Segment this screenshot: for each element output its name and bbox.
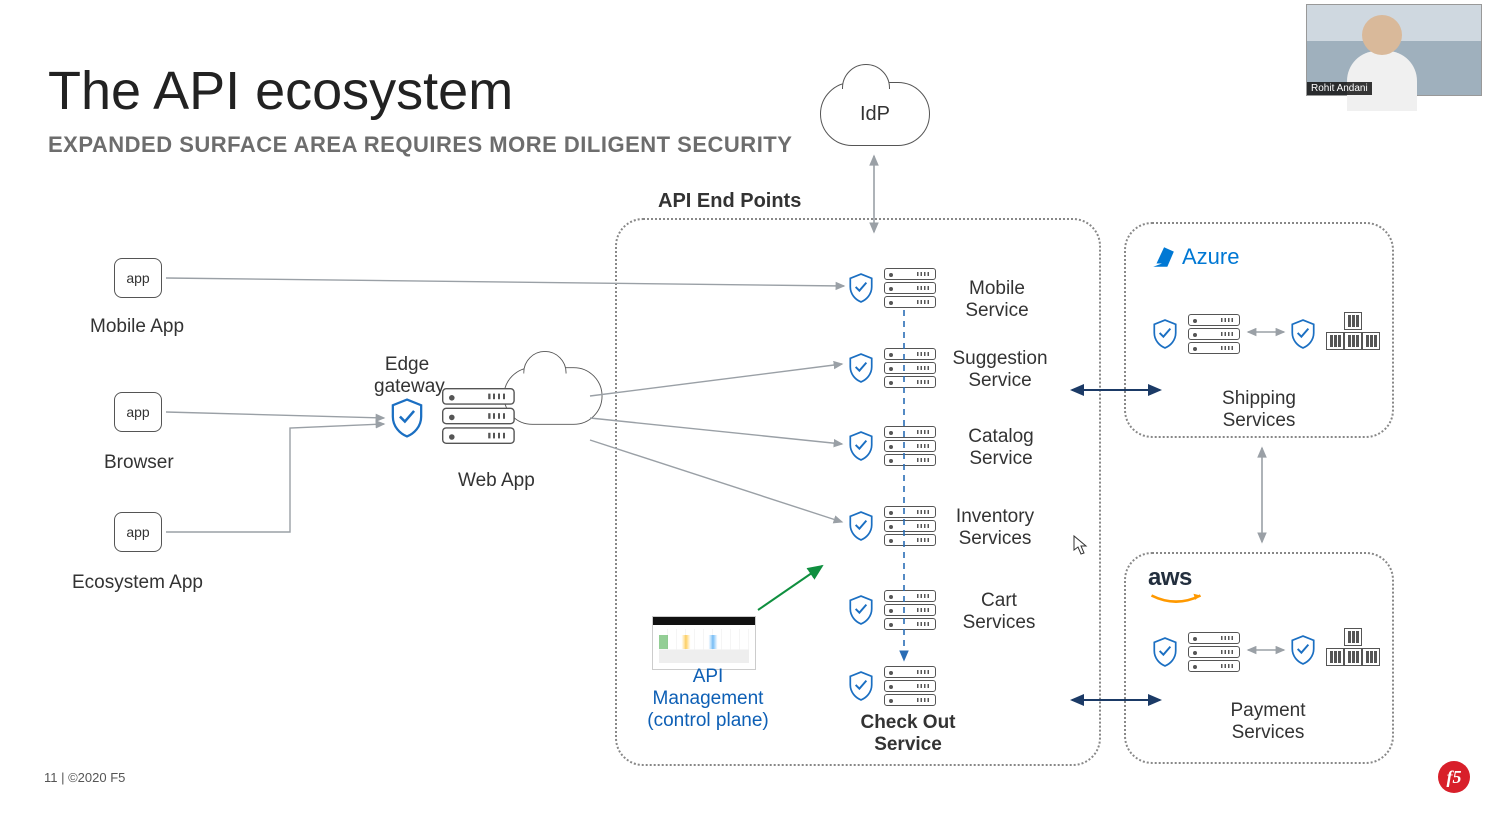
shield-icon (1290, 319, 1316, 349)
webapp-cloud-icon (504, 367, 603, 425)
azure-service-right (1290, 312, 1380, 356)
service-suggestion-label: Suggestion Service (950, 348, 1050, 392)
slide-title: The API ecosystem (48, 60, 513, 122)
aws-logo: aws (1148, 564, 1204, 606)
service-mobile (848, 268, 936, 308)
idp-cloud: IdP (820, 82, 930, 146)
shield-icon (1152, 319, 1178, 349)
service-checkout (848, 666, 936, 706)
server-icon (1188, 314, 1240, 354)
shield-icon (848, 511, 874, 541)
service-mobile-label: Mobile Service (952, 278, 1042, 322)
mobile-app-box: app (114, 258, 162, 298)
service-inventory (848, 506, 936, 546)
shield-icon (1152, 637, 1178, 667)
edge-gateway-label: Edge gateway (374, 354, 440, 398)
service-inventory-label: Inventory Services (950, 506, 1040, 550)
ecosystem-app-label: Ecosystem App (72, 572, 203, 594)
slide: { "title": "The API ecosystem", "subtitl… (0, 0, 1498, 821)
aws-service-right (1290, 628, 1380, 672)
ecosystem-app-box: app (114, 512, 162, 552)
webapp-server-icon (442, 388, 515, 451)
azure-service-left (1152, 314, 1240, 354)
slide-footer: 11 | ©2020 F5 (44, 770, 125, 785)
server-icon (884, 268, 936, 308)
server-icon (884, 426, 936, 466)
mobile-app-label: Mobile App (90, 316, 184, 338)
api-mgmt-label: API Management (control plane) (646, 666, 770, 732)
idp-label: IdP (820, 82, 930, 146)
service-catalog (848, 426, 936, 466)
aws-service-left (1152, 632, 1240, 672)
server-icon (884, 348, 936, 388)
api-mgmt-dashboard-icon (652, 616, 756, 670)
webapp-label: Web App (458, 470, 535, 492)
server-icon (884, 506, 936, 546)
service-cart-label: Cart Services (954, 590, 1044, 634)
slide-subtitle: EXPANDED SURFACE AREA REQUIRES MORE DILI… (48, 132, 792, 158)
checkout-label: Check Out Service (858, 712, 958, 756)
storage-icon (1326, 312, 1380, 356)
server-icon (884, 590, 936, 630)
shield-icon (848, 273, 874, 303)
azure-name: Azure (1182, 244, 1239, 270)
service-suggestion (848, 348, 936, 388)
browser-box: app (114, 392, 162, 432)
presenter-name: Rohit Andani (1307, 82, 1372, 95)
server-icon (1188, 632, 1240, 672)
presenter-webcam: Rohit Andani (1306, 4, 1482, 96)
server-icon (884, 666, 936, 706)
storage-icon (1326, 628, 1380, 672)
shield-icon (848, 431, 874, 461)
shield-icon (1290, 635, 1316, 665)
api-endpoints-header: API End Points (658, 190, 801, 213)
shield-icon (848, 671, 874, 701)
shield-icon (848, 595, 874, 625)
aws-service-label: Payment Services (1220, 700, 1316, 744)
aws-name: aws (1148, 564, 1192, 591)
shield-icon (848, 353, 874, 383)
service-cart (848, 590, 936, 630)
service-catalog-label: Catalog Service (956, 426, 1046, 470)
azure-service-label: Shipping Services (1214, 388, 1304, 432)
browser-label: Browser (104, 452, 174, 474)
f5-logo: f5 (1438, 761, 1470, 793)
azure-logo: Azure (1150, 244, 1239, 270)
edge-shield-icon (390, 398, 424, 443)
